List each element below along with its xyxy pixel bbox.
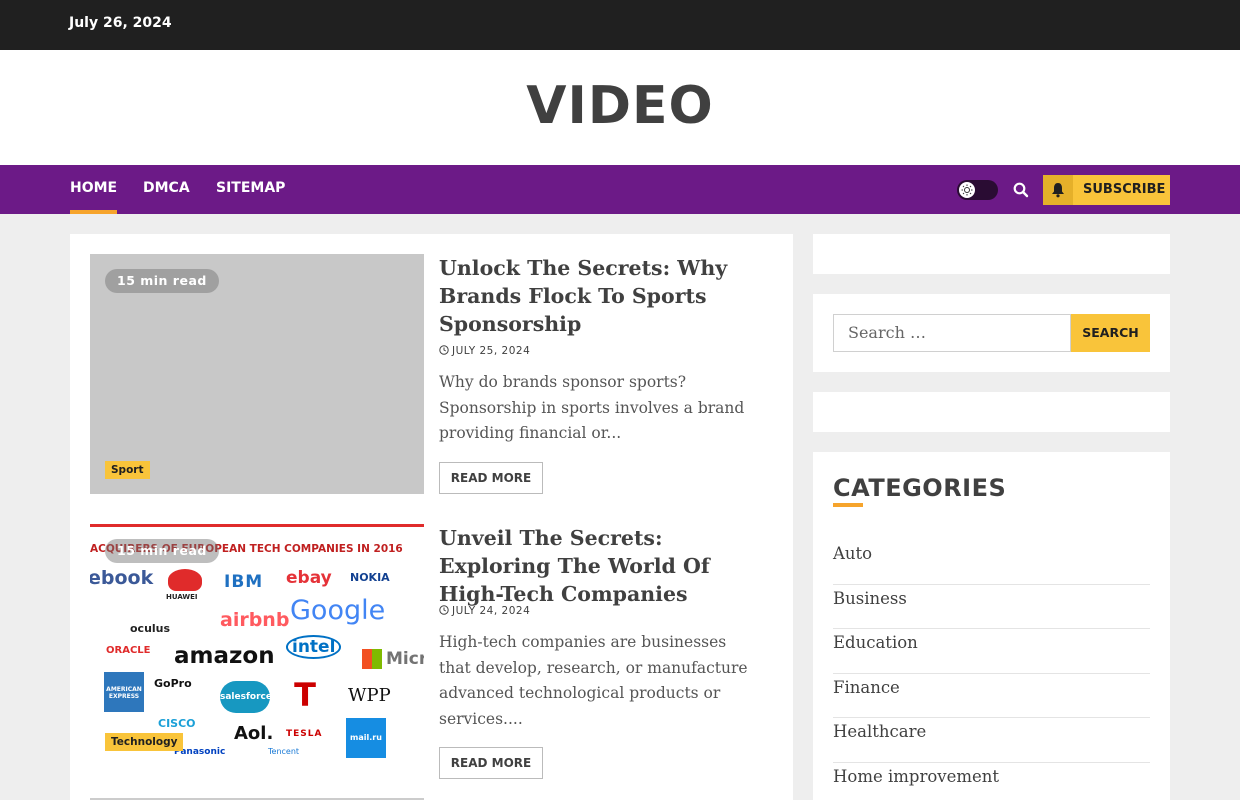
logo-text: IBM	[224, 572, 264, 592]
logo-text: CISCO	[158, 717, 196, 730]
clock-icon	[439, 605, 449, 618]
logo-text: mail.ru	[346, 718, 386, 758]
post-thumbnail[interactable]: 15 min read Sport	[90, 254, 424, 494]
tesla-logo: T	[294, 676, 316, 714]
read-time-badge: 15 min read	[105, 539, 219, 563]
category-list: Auto Business Education Finance Healthca…	[833, 540, 1150, 800]
read-more-button[interactable]: READ MORE	[439, 747, 543, 779]
logo-text: ebay	[286, 568, 332, 588]
category-link[interactable]: Finance	[833, 674, 1150, 719]
nav-item-sitemap[interactable]: SITEMAP	[216, 180, 285, 196]
search-input[interactable]: Search …	[833, 314, 1071, 352]
logo-text: airbnb	[220, 609, 290, 631]
logo-text: AMERICAN EXPRESS	[104, 672, 144, 712]
search-widget: Search … SEARCH	[813, 294, 1170, 372]
categories-heading: CATEGORIES	[833, 474, 1007, 502]
current-date: July 26, 2024	[69, 15, 172, 31]
theme-toggle-icon	[959, 182, 975, 198]
category-badge[interactable]: Technology	[105, 733, 184, 751]
post-thumbnail[interactable]: ACQUIRERS OF EUROPEAN TECH COMPANIES IN …	[90, 524, 424, 764]
logo-text: GoPro	[154, 677, 192, 690]
top-bar: July 26, 2024	[0, 0, 1240, 50]
post-card: 15 min read Sport Unlock The Secrets: Wh…	[90, 254, 773, 494]
post-date: JULY 25, 2024	[439, 345, 530, 358]
subscribe-button[interactable]: SUBSCRIBE	[1043, 175, 1170, 205]
logo-text: intel	[286, 635, 342, 659]
logo-text: amazon	[174, 643, 275, 669]
category-badge[interactable]: Sport	[105, 461, 150, 479]
sidebar-widget-empty	[813, 234, 1170, 274]
category-link[interactable]: Business	[833, 585, 1150, 630]
search-button[interactable]: SEARCH	[1071, 314, 1150, 352]
logo-text: Tencent	[268, 747, 300, 756]
main-content: 15 min read Sport Unlock The Secrets: Wh…	[70, 234, 793, 800]
microsoft-logo	[362, 649, 382, 669]
category-link[interactable]: Home improvement	[833, 763, 1150, 800]
masthead: VIDEO	[0, 50, 1240, 165]
logo-text: WPP	[348, 685, 391, 706]
logo-text: salesforce	[220, 681, 272, 713]
post-excerpt: High-tech companies are businesses that …	[439, 633, 748, 728]
logo-text: NOKIA	[350, 571, 390, 584]
logo-text: TESLA	[286, 729, 323, 739]
nav-item-home[interactable]: HOME	[70, 180, 118, 214]
bell-icon	[1043, 175, 1073, 205]
heading-underline	[833, 503, 863, 507]
logo-text: Aol.	[234, 723, 274, 744]
post-date: JULY 24, 2024	[439, 605, 530, 618]
categories-widget: CATEGORIES Auto Business Education Finan…	[813, 452, 1170, 800]
post-title[interactable]: Unveil The Secrets: Exploring The World …	[439, 524, 769, 608]
subscribe-label: SUBSCRIBE	[1083, 182, 1166, 197]
category-link[interactable]: Healthcare	[833, 718, 1150, 763]
sidebar-widget-empty	[813, 392, 1170, 432]
post-excerpt: Why do brands sponsor sports? Sponsorshi…	[439, 373, 745, 442]
read-more-button[interactable]: READ MORE	[439, 462, 543, 494]
post-title[interactable]: Unlock The Secrets: Why Brands Flock To …	[439, 254, 769, 338]
logo-text: ebook	[90, 567, 154, 589]
category-link[interactable]: Auto	[833, 540, 1150, 585]
logo-text: Micr	[386, 649, 424, 669]
clock-icon	[439, 345, 449, 358]
logo-text: ORACLE	[106, 645, 151, 656]
huawei-logo	[168, 569, 202, 591]
logo-text: Google	[290, 595, 386, 626]
site-title[interactable]: VIDEO	[0, 76, 1240, 136]
post-date-text: JULY 24, 2024	[452, 605, 531, 617]
theme-toggle[interactable]	[957, 180, 998, 200]
post-date-text: JULY 25, 2024	[452, 345, 531, 357]
post-card: ACQUIRERS OF EUROPEAN TECH COMPANIES IN …	[90, 524, 773, 779]
read-time-badge: 15 min read	[105, 269, 219, 293]
category-link[interactable]: Education	[833, 629, 1150, 674]
nav-item-dmca[interactable]: DMCA	[143, 180, 190, 196]
search-icon[interactable]	[1012, 181, 1030, 199]
logo-text: HUAWEI	[166, 593, 198, 601]
logo-text: oculus	[130, 622, 171, 635]
